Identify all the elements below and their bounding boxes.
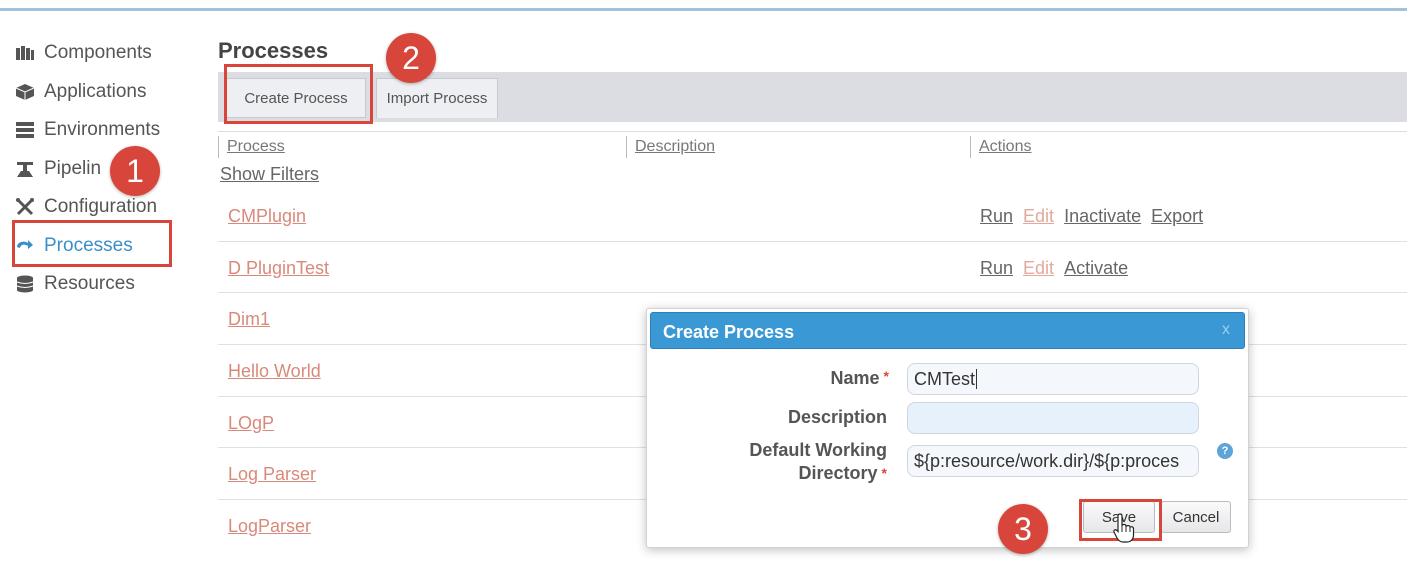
table-header: Process Description Actions [218, 131, 1407, 161]
required-marker: * [883, 368, 889, 384]
hand-cursor-icon [1113, 513, 1135, 543]
page-title: Processes [218, 38, 329, 63]
name-label: Name * [707, 368, 889, 389]
row-actions: Run Edit Activate [980, 258, 1138, 279]
close-icon[interactable]: x [1222, 321, 1230, 339]
highlight-box-processes [12, 220, 172, 267]
name-label-text: Name [830, 368, 880, 388]
step-badge-1: 1 [110, 146, 160, 196]
dialog-title: Create Process [663, 322, 795, 342]
workdir-label: Default Working Directory * [687, 439, 887, 485]
row-actions: Run Edit Inactivate Export [980, 206, 1213, 227]
edit-link[interactable]: Edit [1023, 206, 1054, 226]
name-field[interactable]: CMTest [907, 363, 1199, 395]
sidebar-item-pipeline[interactable]: Pipelin [14, 150, 204, 189]
sidebar-item-applications[interactable]: Applications [14, 73, 204, 112]
activate-link[interactable]: Activate [1064, 258, 1128, 278]
sidebar-item-label: Environments [44, 119, 161, 141]
step-badge-3: 3 [998, 504, 1048, 554]
process-link[interactable]: Hello World [228, 361, 321, 382]
export-link[interactable]: Export [1151, 206, 1203, 226]
required-marker: * [881, 465, 887, 481]
help-icon[interactable]: ? [1217, 443, 1233, 459]
workdir-label-line2: Directory [798, 463, 878, 483]
working-directory-field[interactable]: ${p:resource/work.dir}/${p:proces [907, 445, 1199, 477]
resources-icon [14, 275, 36, 293]
sidebar-item-label: Applications [44, 80, 147, 102]
process-link[interactable]: LogParser [228, 516, 311, 537]
name-field-value: CMTest [914, 369, 976, 389]
description-label: Description [787, 407, 887, 427]
highlight-box-create-process [224, 64, 373, 124]
sidebar-item-label: Pipelin [44, 157, 102, 179]
environments-icon [14, 121, 36, 139]
pipeline-icon [14, 160, 36, 178]
table-row: CMPlugin Run Edit Inactivate Export [218, 190, 1407, 242]
configuration-icon [14, 198, 36, 216]
column-header-actions[interactable]: Actions [970, 136, 1031, 158]
table-row: D PluginTest Run Edit Activate [218, 242, 1407, 294]
components-icon [14, 44, 36, 62]
process-link[interactable]: Log Parser [228, 464, 316, 485]
show-filters-link[interactable]: Show Filters [220, 164, 319, 185]
top-border [0, 8, 1407, 11]
process-link[interactable]: D PluginTest [228, 258, 329, 279]
sidebar-item-label: Components [44, 42, 152, 64]
text-caret [976, 369, 978, 389]
tab-import-process[interactable]: Import Process [376, 78, 498, 118]
sidebar-item-resources[interactable]: Resources [14, 265, 204, 304]
column-header-process[interactable]: Process [218, 136, 285, 158]
process-link[interactable]: CMPlugin [228, 206, 306, 227]
sidebar-item-components[interactable]: Components [14, 34, 204, 73]
sidebar-item-label: Configuration [44, 196, 158, 218]
dialog-header: Create Process x [650, 312, 1245, 349]
sidebar-item-environments[interactable]: Environments [14, 111, 204, 150]
tab-bar: Create Process Import Process [218, 72, 1407, 122]
workdir-label-line1: Default Working [749, 440, 887, 460]
inactivate-link[interactable]: Inactivate [1064, 206, 1141, 226]
step-badge-2: 2 [386, 33, 436, 83]
edit-link[interactable]: Edit [1023, 258, 1054, 278]
process-link[interactable]: Dim1 [228, 309, 270, 330]
sidebar-item-label: Resources [44, 273, 135, 295]
run-link[interactable]: Run [980, 258, 1013, 278]
description-field[interactable] [907, 402, 1199, 434]
cancel-button[interactable]: Cancel [1161, 501, 1231, 533]
applications-icon [14, 83, 36, 101]
run-link[interactable]: Run [980, 206, 1013, 226]
column-header-description[interactable]: Description [626, 136, 715, 158]
process-link[interactable]: LOgP [228, 413, 274, 434]
